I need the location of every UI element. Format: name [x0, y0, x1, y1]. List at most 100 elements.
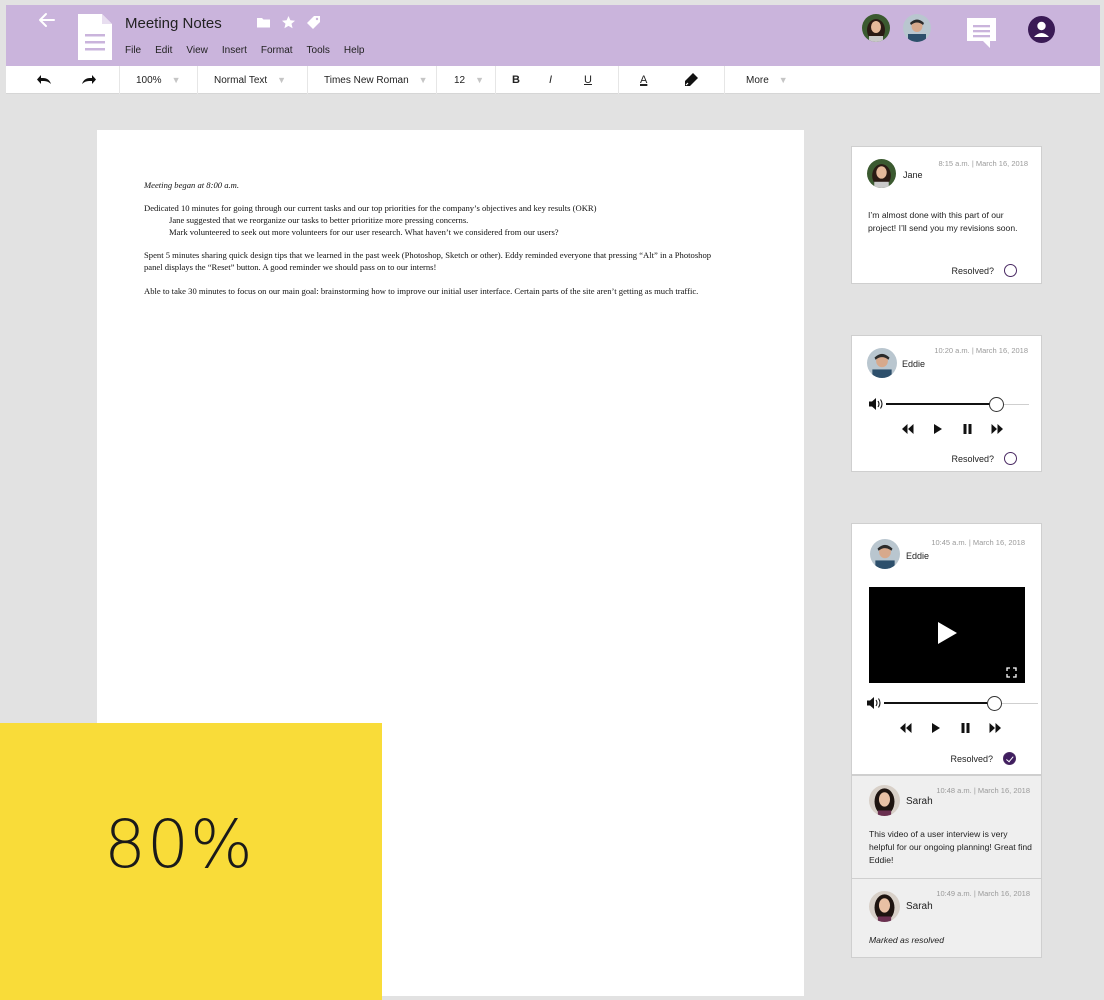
resolved-toggle[interactable]: Resolved?: [950, 752, 1016, 765]
resolved-label: Resolved?: [950, 753, 993, 764]
resolved-radio[interactable]: [1004, 452, 1017, 465]
progress-percent: 80%: [104, 806, 254, 883]
toolbar-divider: [724, 66, 725, 94]
underline-button[interactable]: U: [584, 66, 592, 94]
doc-paragraph: Spent 5 minutes sharing quick design tip…: [144, 250, 712, 261]
document-title[interactable]: Meeting Notes: [125, 15, 222, 32]
video-play-icon[interactable]: [937, 621, 958, 645]
avatar: [867, 348, 897, 378]
rewind-icon[interactable]: [901, 422, 914, 434]
play-icon[interactable]: [931, 422, 944, 434]
back-arrow-icon[interactable]: [36, 9, 58, 31]
resolved-label: Resolved?: [951, 265, 994, 276]
volume-icon[interactable]: [866, 696, 883, 710]
paragraph-style-select[interactable]: Normal Text ▼: [214, 66, 286, 94]
size-caret-icon: ▼: [475, 75, 485, 85]
folder-icon[interactable]: [256, 15, 271, 30]
doc-paragraph: Dedicated 10 minutes for going through o…: [144, 203, 597, 214]
formatting-toolbar: 100% ▼ Normal Text ▼ Times New Roman ▼ 12 ▼ …: [6, 66, 1100, 94]
video-player[interactable]: [869, 587, 1025, 683]
more-label: More: [746, 74, 769, 86]
menu-bar: File Edit View Insert Format Tools Help: [125, 45, 364, 56]
audio-player: [868, 397, 1029, 412]
redo-icon[interactable]: [79, 71, 97, 89]
font-family-value: Times New Roman: [324, 74, 409, 86]
avatar: [870, 539, 900, 569]
highlighter-icon[interactable]: [682, 71, 700, 89]
undo-icon[interactable]: [36, 71, 54, 89]
font-size-select[interactable]: 12 ▼: [454, 66, 484, 94]
comment-text: Marked as resolved: [869, 935, 944, 945]
font-caret-icon: ▼: [418, 75, 428, 85]
resolved-toggle[interactable]: Resolved?: [951, 452, 1017, 465]
menu-insert[interactable]: Insert: [222, 45, 247, 56]
toolbar-divider: [618, 66, 619, 94]
menu-help[interactable]: Help: [344, 45, 365, 56]
toolbar-divider: [436, 66, 437, 94]
comments-icon[interactable]: [966, 17, 997, 49]
bold-button[interactable]: B: [512, 66, 520, 94]
font-family-select[interactable]: Times New Roman ▼: [324, 66, 428, 94]
fast-forward-icon[interactable]: [989, 721, 1002, 733]
avatar: [869, 785, 900, 816]
zoom-caret-icon: ▼: [171, 75, 181, 85]
pause-icon[interactable]: [959, 721, 972, 733]
comment-author: Eddie: [906, 551, 930, 561]
avatar: [867, 159, 896, 188]
collaborator-avatar-eddie[interactable]: [903, 14, 931, 42]
comment-timestamp: 10:20 a.m. | March 16, 2018: [934, 346, 1028, 355]
comment-timestamp: 10:48 a.m. | March 16, 2018: [936, 786, 1030, 795]
comment-card-eddie-video: 10:45 a.m. | March 16, 2018 Eddie Resolv…: [851, 523, 1042, 775]
video-remaining: [1002, 702, 1038, 704]
rewind-icon[interactable]: [899, 721, 912, 733]
style-caret-icon: ▼: [277, 75, 287, 85]
comment-author: Sarah: [906, 796, 933, 807]
audio-scrubber[interactable]: [989, 397, 1004, 412]
star-icon[interactable]: [281, 15, 296, 30]
comment-author: Jane: [903, 170, 923, 180]
toolbar-divider: [495, 66, 496, 94]
more-menu[interactable]: More ▼: [746, 66, 788, 94]
fast-forward-icon[interactable]: [991, 422, 1004, 434]
comment-timestamp: 10:45 a.m. | March 16, 2018: [931, 538, 1025, 547]
fullscreen-icon[interactable]: [1006, 667, 1017, 678]
volume-icon[interactable]: [868, 397, 885, 411]
menu-format[interactable]: Format: [261, 45, 293, 56]
paragraph-style-value: Normal Text: [214, 74, 268, 86]
audio-progress[interactable]: [886, 403, 997, 405]
reply-card-sarah-resolved: 10:49 a.m. | March 16, 2018 Sarah Marked…: [851, 878, 1042, 958]
menu-edit[interactable]: Edit: [155, 45, 172, 56]
play-icon[interactable]: [929, 721, 942, 733]
reply-card-sarah: 10:48 a.m. | March 16, 2018 Sarah This v…: [851, 775, 1042, 879]
comment-text: This video of a user interview is very h…: [869, 829, 1032, 865]
doc-paragraph: Mark volunteered to seek out more volunt…: [169, 227, 559, 238]
more-caret-icon: ▼: [778, 75, 788, 85]
doc-paragraph: Meeting began at 8:00 a.m.: [144, 180, 239, 190]
comment-timestamp: 8:15 a.m. | March 16, 2018: [938, 159, 1029, 168]
menu-file[interactable]: File: [125, 45, 141, 56]
video-audio-bar: [866, 696, 1041, 711]
video-scrubber[interactable]: [987, 696, 1002, 711]
menu-view[interactable]: View: [186, 45, 208, 56]
comment-text: I’m almost done with this part of our pr…: [868, 210, 1018, 233]
collaborator-avatar-jane[interactable]: [862, 14, 890, 42]
resolved-checkmark-icon[interactable]: [1003, 752, 1016, 765]
account-icon[interactable]: [1028, 16, 1055, 43]
resolved-radio[interactable]: [1004, 264, 1017, 277]
zoom-value: 100%: [136, 74, 162, 86]
video-progress[interactable]: [884, 702, 987, 704]
italic-button[interactable]: I: [549, 66, 552, 94]
resolved-toggle[interactable]: Resolved?: [951, 264, 1017, 277]
playback-controls: [901, 422, 1004, 434]
pause-icon[interactable]: [961, 422, 974, 434]
doc-paragraph: Able to take 30 minutes to focus on our …: [144, 285, 699, 296]
zoom-select[interactable]: 100% ▼: [136, 66, 181, 94]
document-icon: [78, 14, 112, 60]
avatar: [869, 891, 900, 922]
tag-icon[interactable]: [306, 15, 321, 30]
text-color-button[interactable]: A: [640, 66, 647, 94]
document-body[interactable]: Meeting began at 8:00 a.m. Dedicated 10 …: [144, 179, 784, 297]
comment-author: Eddie: [902, 359, 926, 369]
menu-tools[interactable]: Tools: [307, 45, 330, 56]
title-actions: [256, 15, 321, 30]
